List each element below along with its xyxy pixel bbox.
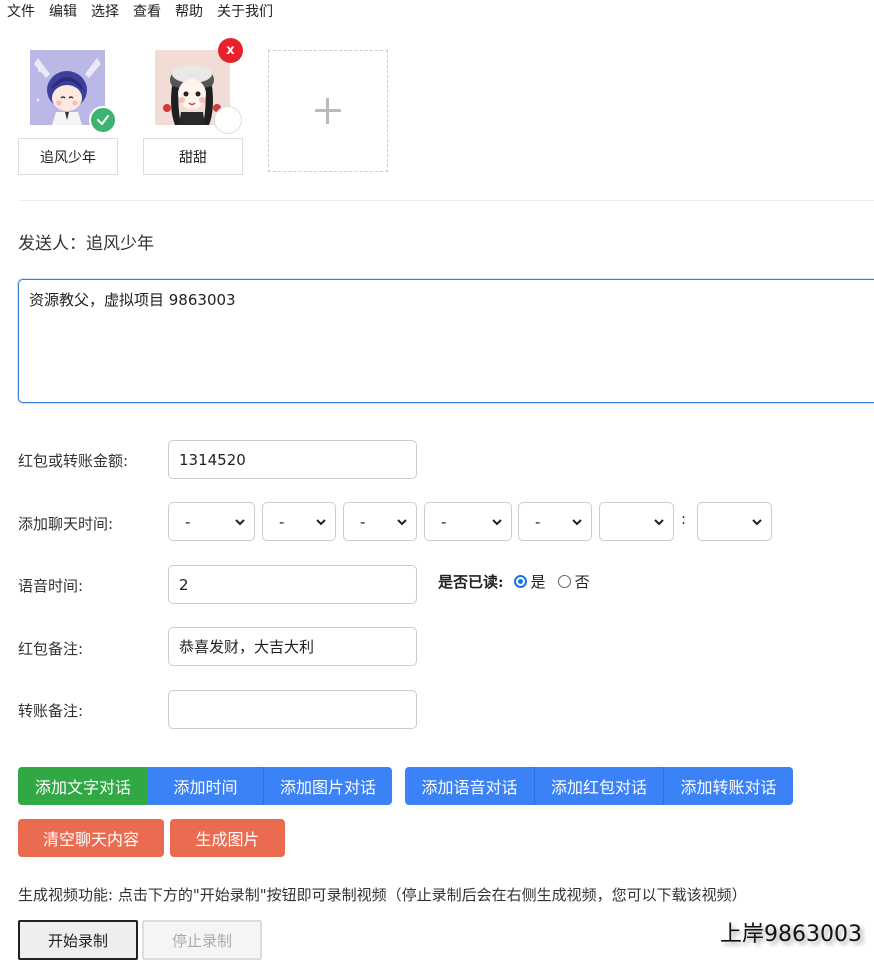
- chevron-down-icon: [572, 519, 582, 526]
- select-value: -: [360, 512, 366, 531]
- chevron-down-icon: [492, 519, 502, 526]
- select-value: -: [185, 512, 191, 531]
- chevron-down-icon: [235, 519, 245, 526]
- add-contact-button[interactable]: [268, 50, 388, 172]
- month-select[interactable]: -: [262, 502, 336, 541]
- contact-name[interactable]: 甜甜: [143, 138, 243, 175]
- voice-time-input[interactable]: [168, 565, 417, 604]
- sender-line: 发送人： 追风少年: [18, 229, 154, 254]
- day-select[interactable]: -: [343, 502, 417, 541]
- add-text-button[interactable]: 添加文字对话: [18, 767, 148, 805]
- remove-contact-button[interactable]: x: [218, 38, 243, 63]
- read-no-radio[interactable]: [557, 575, 571, 588]
- read-status-label: 是否已读:: [438, 573, 504, 591]
- add-image-button[interactable]: 添加图片对话: [264, 767, 392, 805]
- video-description: 生成视频功能: 点击下方的"开始录制"按钮即可录制视频（停止录制后会在右侧生成视…: [18, 886, 747, 904]
- redpacket-note-label: 红包备注:: [18, 640, 84, 658]
- plus-icon: [315, 98, 341, 124]
- select-value: -: [441, 512, 447, 531]
- start-recording-button[interactable]: 开始录制: [18, 920, 138, 960]
- menu-help[interactable]: 帮助: [168, 0, 210, 24]
- selected-check-icon: [89, 106, 117, 134]
- redpacket-note-input[interactable]: [168, 627, 417, 666]
- read-yes-label[interactable]: 是: [531, 571, 546, 592]
- menu-select[interactable]: 选择: [84, 0, 126, 24]
- unselected-circle-icon[interactable]: [214, 106, 242, 134]
- add-voice-button[interactable]: 添加语音对话: [405, 767, 535, 805]
- read-status-group: 是否已读: 是 否: [438, 571, 600, 592]
- transfer-note-label: 转账备注:: [18, 702, 84, 720]
- select-value: -: [279, 512, 285, 531]
- time-colon: :: [681, 510, 687, 528]
- add-redpacket-button[interactable]: 添加红包对话: [535, 767, 664, 805]
- time-label: 添加聊天时间:: [18, 515, 114, 533]
- chevron-down-icon: [752, 519, 762, 526]
- chevron-down-icon: [397, 519, 407, 526]
- menu-file[interactable]: 文件: [0, 0, 42, 24]
- amount-label: 红包或转账金额:: [18, 452, 129, 470]
- contact-name[interactable]: 追风少年: [18, 138, 118, 175]
- select-value: -: [535, 512, 541, 531]
- add-time-button[interactable]: 添加时间: [148, 767, 264, 805]
- stop-recording-button: 停止录制: [142, 920, 262, 960]
- chevron-down-icon: [316, 519, 326, 526]
- weekday-select[interactable]: -: [424, 502, 512, 541]
- divider: [18, 200, 874, 201]
- menu-edit[interactable]: 编辑: [42, 0, 84, 24]
- chevron-down-icon: [654, 519, 664, 526]
- sender-label: 发送人：: [18, 234, 86, 254]
- menu-view[interactable]: 查看: [126, 0, 168, 24]
- period-select[interactable]: -: [518, 502, 592, 541]
- sender-name: 追风少年: [86, 234, 154, 254]
- read-no-label[interactable]: 否: [575, 571, 590, 592]
- year-select[interactable]: -: [168, 502, 255, 541]
- message-input[interactable]: 资源教父，虚拟项目 9863003: [18, 279, 874, 403]
- amount-input[interactable]: [168, 440, 417, 479]
- voice-time-label: 语音时间:: [18, 577, 84, 595]
- add-transfer-button[interactable]: 添加转账对话: [664, 767, 793, 805]
- minute-select[interactable]: [697, 502, 772, 541]
- watermark-text: 上岸9863003: [720, 922, 862, 947]
- menu-about[interactable]: 关于我们: [210, 0, 280, 24]
- transfer-note-input[interactable]: [168, 690, 417, 729]
- menu-bar: 文件 编辑 选择 查看 帮助 关于我们: [0, 0, 280, 24]
- read-yes-radio[interactable]: [513, 575, 527, 588]
- generate-image-button[interactable]: 生成图片: [170, 819, 285, 857]
- clear-chat-button[interactable]: 清空聊天内容: [18, 819, 164, 857]
- hour-select[interactable]: [599, 502, 674, 541]
